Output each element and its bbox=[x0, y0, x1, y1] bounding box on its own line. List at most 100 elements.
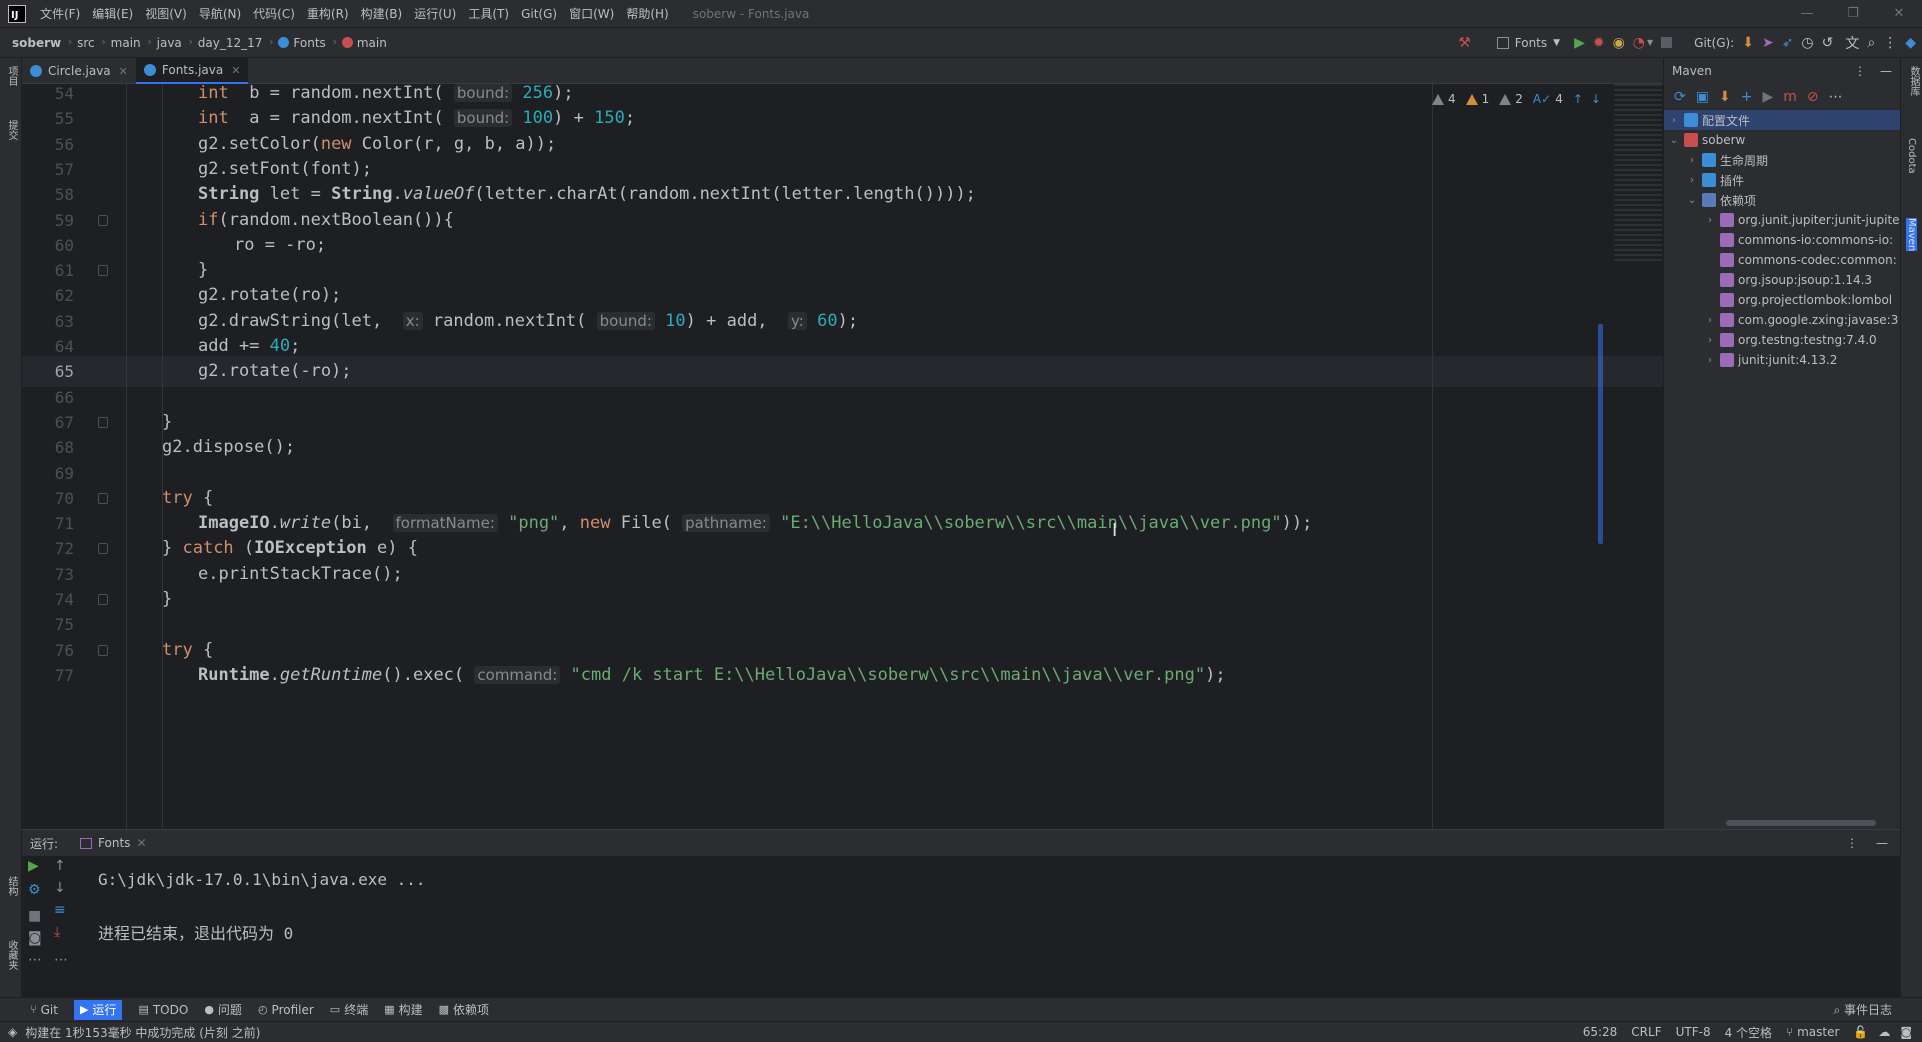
run-icon[interactable]: ▶ bbox=[1574, 35, 1585, 51]
project-tool-button[interactable]: 项目 bbox=[4, 66, 19, 86]
codota-tool-button[interactable]: Codota bbox=[1906, 138, 1917, 174]
camera-icon[interactable]: ◙ bbox=[28, 930, 42, 946]
menu-item[interactable]: Git(G) bbox=[515, 0, 563, 28]
tab-fonts-java[interactable]: Fonts.java ✕ bbox=[135, 58, 249, 84]
git-push-icon[interactable]: ➶ bbox=[1782, 35, 1794, 51]
notifications-icon[interactable]: ◙ bbox=[1900, 1025, 1912, 1039]
code-editor[interactable]: 54 int b = random.nextInt( bound: 256); 55… bbox=[22, 84, 1663, 829]
menu-item[interactable]: 工具(T) bbox=[462, 0, 515, 28]
run-tab-fonts[interactable]: Fonts ✕ bbox=[80, 836, 147, 850]
breadcrumb-item[interactable]: soberw bbox=[12, 36, 63, 50]
reload-icon[interactable]: ⟳ bbox=[1674, 89, 1686, 105]
git-commit-icon[interactable]: ➤ bbox=[1762, 35, 1774, 51]
indent-setting[interactable]: 4 个空格 bbox=[1725, 1024, 1772, 1041]
coverage-icon[interactable]: ◉ bbox=[1613, 35, 1625, 51]
breadcrumb-item[interactable]: src bbox=[77, 36, 97, 50]
maven-tree-item[interactable]: commons-codec:common: bbox=[1664, 250, 1900, 270]
rerun-icon[interactable]: ▶ bbox=[28, 858, 39, 874]
inspection-widget[interactable]: 4 1 2 A✓ 4 ↑ ↓ bbox=[1432, 92, 1601, 106]
translate-icon[interactable]: 文 bbox=[1845, 33, 1859, 53]
scroll-to-end-icon[interactable]: ⤓ bbox=[54, 924, 60, 940]
editor-scrollbar[interactable] bbox=[1598, 324, 1603, 544]
add-icon[interactable]: + bbox=[1741, 89, 1753, 105]
more-vertical-icon[interactable]: ⋮ bbox=[1846, 836, 1858, 850]
build-hammer-icon[interactable]: ⚒ bbox=[1458, 35, 1471, 51]
more-icon[interactable]: ⋯ bbox=[28, 952, 42, 968]
structure-tool-button[interactable]: 结构 bbox=[4, 876, 19, 896]
tool-window-git[interactable]: ⑂ Git bbox=[30, 1003, 58, 1017]
tool-window-profiler[interactable]: ◴ Profiler bbox=[258, 1003, 314, 1017]
menu-item[interactable]: 代码(C) bbox=[247, 0, 301, 28]
chevron-right-icon[interactable]: › bbox=[1704, 355, 1716, 366]
git-branch[interactable]: ⑂ master bbox=[1786, 1025, 1839, 1039]
search-icon[interactable]: ⌕ bbox=[1867, 35, 1875, 51]
line-number[interactable]: 77 bbox=[22, 660, 74, 691]
minimize-button[interactable]: — bbox=[1784, 0, 1830, 28]
chevron-down-icon[interactable]: ▼ bbox=[1647, 38, 1653, 47]
next-highlight-icon[interactable]: ↓ bbox=[1591, 92, 1601, 106]
maven-tree-item[interactable]: ⌄ soberw bbox=[1664, 130, 1900, 150]
maven-tool-button[interactable]: Maven bbox=[1906, 218, 1917, 252]
maven-tree-item[interactable]: org.projectlombok:lombol bbox=[1664, 290, 1900, 310]
hide-panel-icon[interactable]: — bbox=[1876, 836, 1888, 850]
fold-marker-icon[interactable] bbox=[98, 543, 108, 555]
soft-wrap-icon[interactable]: ≡ bbox=[54, 902, 66, 918]
git-update-icon[interactable]: ⬇ bbox=[1742, 35, 1754, 51]
menu-item[interactable]: 导航(N) bbox=[193, 0, 247, 28]
hide-panel-icon[interactable]: — bbox=[1880, 64, 1892, 78]
tab-circle-java[interactable]: Circle.java ✕ bbox=[22, 58, 136, 84]
menu-item[interactable]: 构建(B) bbox=[355, 0, 409, 28]
maven-tree-item[interactable]: › 生命周期 bbox=[1664, 150, 1900, 170]
horizontal-scrollbar[interactable] bbox=[1726, 820, 1876, 826]
code-line[interactable]: 77 Runtime.getRuntime().exec( command: "c… bbox=[22, 660, 1663, 691]
maven-tree-item[interactable]: › 配置文件 bbox=[1664, 110, 1900, 130]
file-encoding[interactable]: UTF-8 bbox=[1676, 1025, 1711, 1039]
debug-icon[interactable]: ✹ bbox=[1593, 35, 1605, 51]
stop-icon[interactable] bbox=[1661, 37, 1673, 48]
close-icon[interactable]: ✕ bbox=[231, 64, 240, 77]
maven-tree-item[interactable]: › junit:junit:4.13.2 bbox=[1664, 350, 1900, 370]
menu-item[interactable]: 文件(F) bbox=[34, 0, 86, 28]
fold-marker-icon[interactable] bbox=[98, 416, 108, 428]
more-icon[interactable]: ⋯ bbox=[54, 952, 68, 968]
maven-tree-item[interactable]: › org.testng:testng:7.4.0 bbox=[1664, 330, 1900, 350]
status-message[interactable]: 构建在 1秒153毫秒 中成功完成 (片刻 之前) bbox=[25, 1024, 260, 1041]
maven-tree-item[interactable]: › com.google.zxing:javase:3 bbox=[1664, 310, 1900, 330]
more-vertical-icon[interactable]: ⋮ bbox=[1854, 64, 1866, 78]
tool-window-problems[interactable]: ● 问题 bbox=[204, 1001, 242, 1018]
fold-marker-icon[interactable] bbox=[98, 492, 108, 504]
profile-icon[interactable]: ◔ bbox=[1633, 35, 1645, 51]
line-separator[interactable]: CRLF bbox=[1631, 1025, 1661, 1039]
lock-icon[interactable]: 🔓 bbox=[1853, 1025, 1868, 1039]
close-window-button[interactable]: ✕ bbox=[1876, 0, 1922, 28]
tool-window-dependencies[interactable]: ▩ 依赖项 bbox=[439, 1001, 489, 1018]
previous-highlight-icon[interactable]: ↑ bbox=[1573, 92, 1583, 106]
tool-window-todo[interactable]: ▤ TODO bbox=[138, 1003, 188, 1017]
commit-tool-button[interactable]: 提交 bbox=[4, 120, 19, 140]
maven-tree-item[interactable]: › org.junit.jupiter:junit-jupite bbox=[1664, 210, 1900, 230]
close-icon[interactable]: ✕ bbox=[136, 836, 146, 850]
maven-tree-item[interactable]: › 插件 bbox=[1664, 170, 1900, 190]
chevron-right-icon[interactable]: › bbox=[1704, 215, 1716, 226]
chevron-right-icon[interactable]: › bbox=[1686, 155, 1698, 166]
menu-item[interactable]: 编辑(E) bbox=[86, 0, 139, 28]
run-maven-icon[interactable]: ▶ bbox=[1762, 89, 1773, 105]
maven-tree-item[interactable]: org.jsoup:jsoup:1.14.3 bbox=[1664, 270, 1900, 290]
chevron-right-icon[interactable]: › bbox=[1704, 335, 1716, 346]
toggle-tool-windows-icon[interactable]: ◈ bbox=[8, 1025, 17, 1039]
arrow-down-icon[interactable]: ↓ bbox=[54, 880, 66, 896]
jetbrains-toolbox-icon[interactable]: ◆ bbox=[1905, 35, 1916, 51]
add-folder-icon[interactable]: ▣ bbox=[1696, 89, 1709, 105]
tool-window-terminal[interactable]: ▭ 终端 bbox=[330, 1001, 368, 1018]
stop-icon[interactable]: ■ bbox=[28, 908, 41, 924]
memory-indicator-icon[interactable]: ☁ bbox=[1878, 1025, 1890, 1039]
breadcrumb-item[interactable]: main bbox=[357, 36, 389, 50]
chevron-down-icon[interactable]: ⌄ bbox=[1686, 195, 1698, 206]
chevron-right-icon[interactable]: › bbox=[1686, 175, 1698, 186]
breadcrumb-item[interactable]: day_12_17 bbox=[198, 36, 265, 50]
tool-window-run[interactable]: ▶ 运行 bbox=[73, 999, 123, 1020]
caret-position[interactable]: 65:28 bbox=[1583, 1025, 1618, 1039]
breadcrumb-item[interactable]: main bbox=[111, 36, 143, 50]
menu-item[interactable]: 重构(R) bbox=[301, 0, 355, 28]
menu-item[interactable]: 帮助(H) bbox=[620, 0, 674, 28]
